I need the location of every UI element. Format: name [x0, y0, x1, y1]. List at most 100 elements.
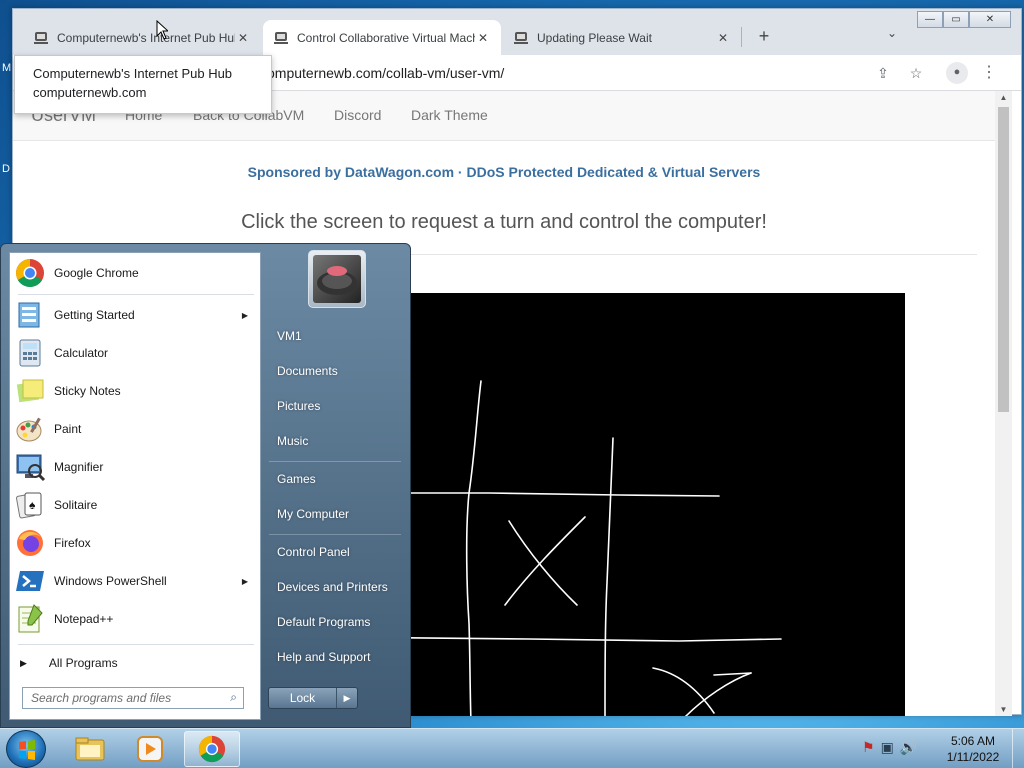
tab-close-button[interactable]: ✕: [715, 30, 731, 46]
all-programs-label: All Programs: [48, 656, 118, 670]
start-item-magnifier[interactable]: Magnifier: [10, 449, 260, 485]
search-icon: ⌕: [230, 690, 237, 704]
taskbar-chrome-button[interactable]: [184, 731, 240, 767]
start-item-sticky-notes[interactable]: Sticky Notes: [10, 373, 260, 409]
network-icon[interactable]: ▣: [881, 739, 894, 756]
start-item-notepadpp[interactable]: Notepad++: [10, 601, 260, 637]
taskbar-explorer-button[interactable]: [62, 731, 118, 767]
volume-icon[interactable]: 🔊: [900, 739, 917, 756]
menu-separator: [18, 294, 254, 295]
start-link-music[interactable]: Music: [277, 434, 308, 448]
collabvm-icon: [34, 31, 48, 44]
start-item-google-chrome[interactable]: Google Chrome: [10, 255, 260, 291]
collabvm-icon: [514, 31, 528, 44]
svg-text:♠: ♠: [29, 498, 36, 512]
new-tab-button[interactable]: +: [753, 26, 775, 47]
start-item-calculator[interactable]: Calculator: [10, 335, 260, 371]
start-item-label: Paint: [54, 422, 82, 436]
start-item-windows-powershell[interactable]: Windows PowerShell ▶: [10, 563, 260, 599]
menu-separator: [269, 534, 401, 535]
start-item-firefox[interactable]: Firefox: [10, 525, 260, 561]
start-item-label: Windows PowerShell: [54, 574, 167, 588]
nav-discord[interactable]: Discord: [334, 107, 381, 123]
submenu-arrow-icon: ▶: [241, 310, 248, 320]
solitaire-icon: ♠: [16, 492, 42, 519]
getting-started-icon: [18, 302, 40, 328]
start-item-label: Firefox: [54, 536, 91, 550]
media-player-icon: [137, 736, 163, 762]
search-placeholder: Search programs and files: [31, 691, 172, 705]
lock-button-group: Lock ▶: [268, 687, 358, 709]
shutdown-options-arrow-icon[interactable]: ▶: [337, 688, 357, 708]
start-link-my-computer[interactable]: My Computer: [277, 507, 349, 521]
turntable-image: [313, 255, 361, 303]
desktop-icon-label: M: [2, 62, 12, 74]
start-item-label: Sticky Notes: [54, 384, 121, 398]
tab-title: Computernewb's Internet Pub Hub: [57, 30, 235, 45]
show-desktop-button[interactable]: [1012, 729, 1024, 768]
all-programs-arrow-icon: ▶: [20, 657, 27, 668]
calculator-icon: [19, 339, 41, 367]
start-link-help-and-support[interactable]: Help and Support: [277, 650, 370, 664]
vm-screen[interactable]: [328, 293, 905, 716]
start-button[interactable]: [6, 730, 46, 768]
sticky-notes-icon: [16, 379, 44, 403]
chrome-icon: [198, 735, 226, 763]
lock-button[interactable]: Lock: [269, 688, 337, 708]
scroll-down-arrow-icon[interactable]: ▼: [995, 705, 1012, 714]
nav-dark-theme[interactable]: Dark Theme: [411, 107, 488, 123]
tooltip-domain: computernewb.com: [33, 85, 147, 100]
window-controls: — ▭ ✕: [917, 11, 1011, 28]
menu-icon[interactable]: ⋮: [979, 63, 999, 83]
start-link-devices-and-printers[interactable]: Devices and Printers: [277, 580, 388, 594]
start-item-label: Solitaire: [54, 498, 98, 512]
user-picture[interactable]: [308, 250, 366, 308]
tab-title: Updating Please Wait: [537, 30, 652, 45]
powershell-icon: [16, 571, 44, 591]
tab-pub-hub[interactable]: Computernewb's Internet Pub Hub ✕: [23, 20, 261, 55]
start-link-control-panel[interactable]: Control Panel: [277, 545, 350, 559]
start-link-default-programs[interactable]: Default Programs: [277, 615, 370, 629]
scroll-up-arrow-icon[interactable]: ▲: [995, 93, 1012, 102]
tab-close-button[interactable]: ✕: [475, 30, 491, 46]
all-programs-button[interactable]: ▶ All Programs: [10, 651, 260, 675]
tooltip-title: Computernewb's Internet Pub Hub: [33, 66, 233, 81]
close-window-button[interactable]: ✕: [969, 11, 1011, 28]
start-item-getting-started[interactable]: Getting Started ▶: [10, 297, 260, 333]
action-center-icon[interactable]: ⚑: [862, 739, 875, 756]
share-icon[interactable]: ⇪: [873, 63, 893, 83]
start-link-pictures[interactable]: Pictures: [277, 399, 320, 413]
start-link-vm1[interactable]: VM1: [277, 329, 302, 343]
start-link-documents[interactable]: Documents: [277, 364, 338, 378]
start-item-solitaire[interactable]: ♠ Solitaire: [10, 487, 260, 523]
minimize-button[interactable]: —: [917, 11, 943, 28]
start-item-label: Getting Started: [54, 308, 135, 322]
tab-title: Control Collaborative Virtual Machine: [297, 30, 475, 45]
page-scrollbar[interactable]: ▲ ▼: [995, 91, 1012, 716]
start-link-games[interactable]: Games: [277, 472, 316, 486]
start-search-input[interactable]: Search programs and files ⌕: [22, 687, 244, 709]
profile-icon[interactable]: ●: [946, 62, 968, 84]
firefox-icon: [17, 530, 43, 556]
tab-search-button[interactable]: ⌄: [887, 26, 897, 40]
start-item-label: Calculator: [54, 346, 109, 360]
taskbar-clock[interactable]: 5:06 AM 1/11/2022: [940, 733, 1006, 765]
taskbar-media-player-button[interactable]: [122, 731, 178, 767]
menu-separator: [269, 461, 401, 462]
tab-control-vm[interactable]: Control Collaborative Virtual Machine ✕: [263, 20, 501, 55]
tab-close-button[interactable]: ✕: [235, 30, 251, 46]
mouse-cursor-icon: [156, 20, 168, 40]
windows-logo-icon: [19, 740, 35, 760]
maximize-button[interactable]: ▭: [943, 11, 969, 28]
taskbar: ⚑ ▣ 🔊 5:06 AM 1/11/2022: [0, 728, 1024, 768]
tab-updating[interactable]: Updating Please Wait ✕: [503, 20, 741, 55]
bookmark-star-icon[interactable]: ☆: [906, 63, 926, 83]
address-bar[interactable]: computernewb.com/collab-vm/user-vm/: [193, 60, 943, 86]
start-item-label: Magnifier: [54, 460, 104, 474]
system-tray: ⚑ ▣ 🔊: [862, 739, 917, 756]
tab-divider: [741, 27, 742, 47]
scrollbar-thumb[interactable]: [998, 107, 1009, 412]
start-item-paint[interactable]: Paint: [10, 411, 260, 447]
sponsor-banner[interactable]: Sponsored by DataWagon.com · DDoS Protec…: [13, 164, 995, 180]
menu-separator: [18, 644, 254, 645]
